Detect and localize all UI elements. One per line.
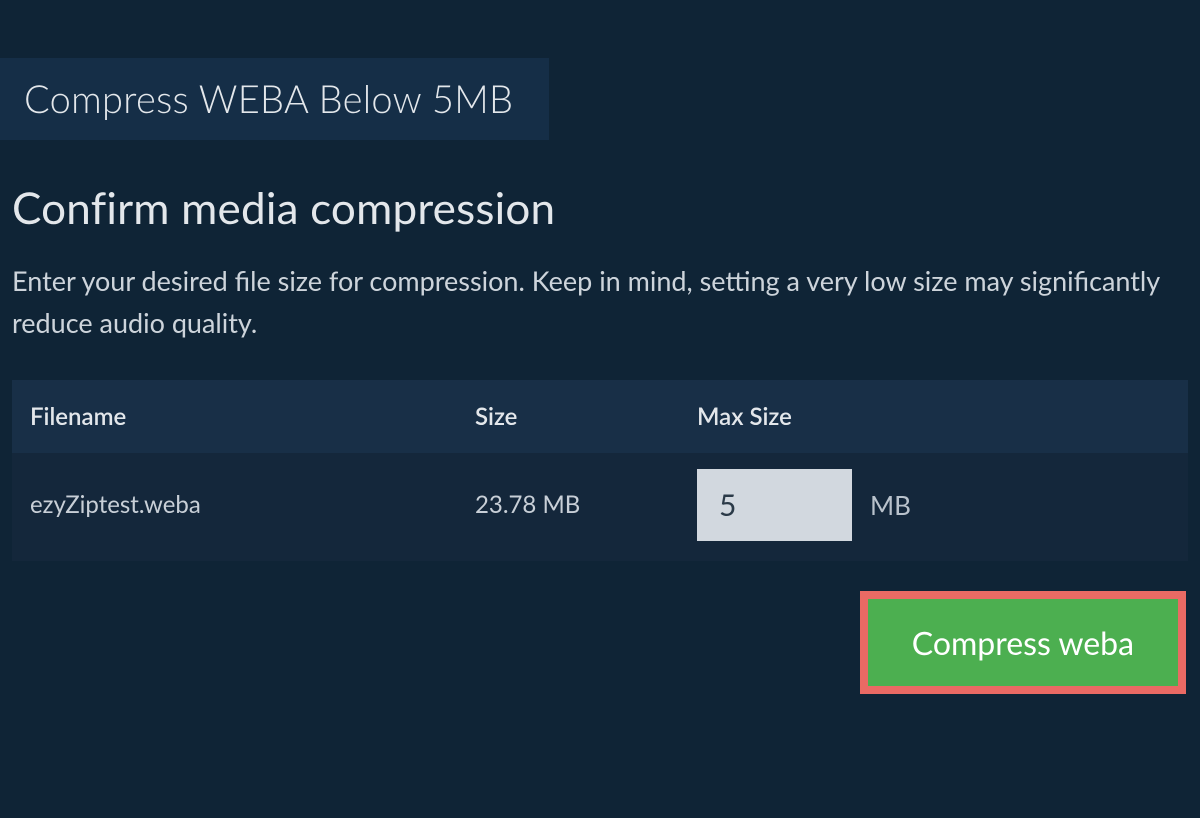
- section-title: Confirm media compression: [12, 182, 1188, 234]
- section-description: Enter your desired file size for compres…: [12, 260, 1188, 344]
- header-maxsize: Max Size: [697, 402, 1170, 431]
- max-size-unit: MB: [870, 489, 911, 521]
- cell-maxsize: MB: [697, 469, 1170, 541]
- cell-filename: ezyZiptest.weba: [30, 490, 475, 519]
- compress-button[interactable]: Compress weba: [860, 591, 1186, 694]
- table-header-row: Filename Size Max Size: [12, 380, 1188, 453]
- content-area: Confirm media compression Enter your des…: [0, 140, 1200, 694]
- tab-compress-weba[interactable]: Compress WEBA Below 5MB: [0, 58, 549, 140]
- header-filename: Filename: [30, 402, 475, 431]
- cell-size: 23.78 MB: [475, 490, 697, 519]
- button-row: Compress weba: [12, 591, 1188, 694]
- max-size-input[interactable]: [697, 469, 852, 541]
- table-row: ezyZiptest.weba 23.78 MB MB: [12, 453, 1188, 561]
- tab-bar: Compress WEBA Below 5MB: [0, 58, 1200, 140]
- header-size: Size: [475, 402, 697, 431]
- file-table: Filename Size Max Size ezyZiptest.weba 2…: [12, 380, 1188, 561]
